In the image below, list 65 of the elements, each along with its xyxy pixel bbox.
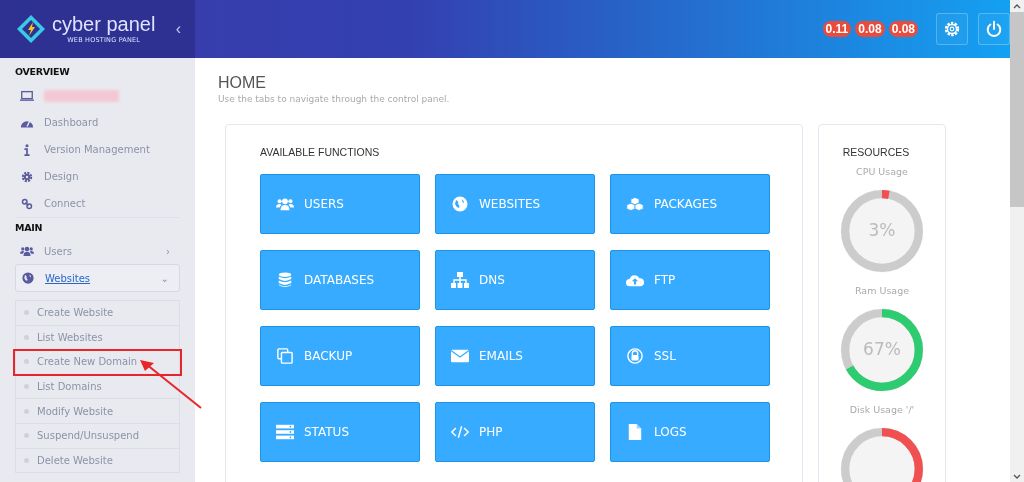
gauge-label: CPU Usage: [856, 166, 908, 177]
envelope-icon: [451, 348, 469, 364]
function-tile[interactable]: LOGS: [610, 402, 770, 462]
function-tile[interactable]: DNS: [435, 250, 595, 310]
section-heading: OVERVIEW: [15, 66, 71, 79]
users-icon: [20, 245, 34, 257]
sitemap-icon: [451, 272, 469, 288]
page-title: HOME: [218, 74, 267, 92]
power-button[interactable]: [978, 13, 1010, 45]
function-tile[interactable]: DATABASES: [260, 250, 420, 310]
card-title: RESOURCES: [842, 146, 910, 158]
function-tile[interactable]: SSL: [610, 326, 770, 386]
cloud-upload-icon: [626, 272, 644, 288]
function-tile[interactable]: STATUS: [260, 402, 420, 462]
file-icon: [626, 424, 644, 440]
function-tile[interactable]: BACKUP: [260, 326, 420, 386]
code-icon: [451, 424, 469, 440]
gauge-reading: 67%: [862, 339, 902, 359]
function-tile[interactable]: USERS: [260, 174, 420, 234]
submenu-item[interactable]: List Domains: [16, 374, 179, 400]
load-badge: 0.08: [888, 21, 918, 37]
arrow: [138, 359, 202, 409]
globe-icon: [451, 196, 469, 212]
submenu-item[interactable]: Suspend/Unsuspend: [16, 423, 179, 449]
submenu-item[interactable]: Delete Website: [16, 448, 179, 474]
sidebar-menu-item[interactable]: Users ›: [15, 238, 180, 264]
copy-icon: [276, 348, 294, 364]
lock-icon: [626, 348, 644, 364]
collapse-button[interactable]: ‹: [173, 20, 183, 38]
gear-icon: [943, 20, 961, 38]
server-icon: [276, 424, 294, 440]
sidebar-link[interactable]: Connect: [15, 190, 180, 217]
sidebar-link[interactable]: Dashboard: [15, 109, 180, 136]
function-tile[interactable]: FTP: [610, 250, 770, 310]
power-icon: [985, 20, 1003, 38]
users-icon: [276, 196, 294, 212]
database-icon: [276, 272, 294, 288]
function-tile[interactable]: EMAILS: [435, 326, 595, 386]
gear-icon: [20, 170, 34, 183]
laptop-icon: [20, 89, 34, 102]
gauge-reading: 3%: [867, 220, 897, 240]
submenu-item[interactable]: Modify Website: [16, 399, 179, 424]
submenu-item[interactable]: Create New Domain: [14, 350, 181, 375]
gauge-label: Disk Usage '/': [849, 404, 915, 415]
logo-icon: [16, 14, 46, 44]
submenu-item[interactable]: Create Website: [16, 301, 179, 326]
sidebar-link[interactable]: Version Management: [15, 136, 180, 163]
load-badge: 0.08: [855, 21, 885, 37]
section-heading: MAIN: [15, 217, 180, 238]
sidebar-menu-item[interactable]: Websites ⌄: [15, 264, 180, 292]
sidebar-link[interactable]: Design: [15, 163, 180, 190]
function-tile[interactable]: WEBSITES: [435, 174, 595, 234]
gauge-label: Ram Usage: [854, 285, 910, 296]
cubes-icon: [626, 196, 644, 212]
scrollbar-thumb[interactable]: [1010, 12, 1024, 207]
card-title: AVAILABLE FUNCTIONS: [260, 146, 381, 158]
function-tile[interactable]: PHP: [435, 402, 595, 462]
load-badge: 0.11: [822, 21, 852, 37]
settings-button[interactable]: [936, 13, 968, 45]
brand-name: cyber panel: [52, 14, 156, 34]
link-icon: [20, 197, 34, 210]
page-subtitle: Use the tabs to navigate through the control panel.: [218, 94, 451, 104]
submenu-item[interactable]: List Websites: [16, 325, 179, 351]
globe-icon: [21, 272, 35, 284]
function-tile[interactable]: PACKAGES: [610, 174, 770, 234]
